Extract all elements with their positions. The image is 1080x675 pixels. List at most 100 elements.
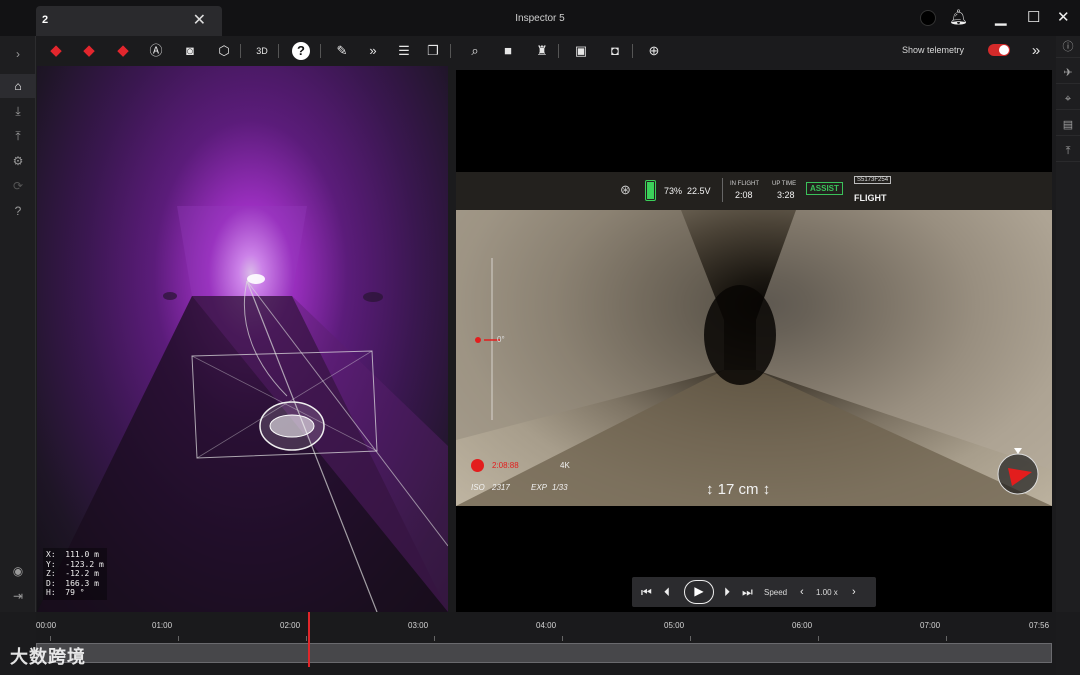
timeline[interactable]: 00:00 01:00 02:00 03:00 04:00 05:00 06:0… xyxy=(36,612,1056,675)
playback-controls: ⏮ ⏴ ▶ ⏵ ⏭ Speed ‹ 1.00 x › xyxy=(632,577,876,607)
flight-icon[interactable]: ✈ xyxy=(1056,62,1080,84)
video-camera-icon[interactable]: ■ xyxy=(498,42,518,60)
speed-label: Speed xyxy=(764,588,788,597)
skip-to-start-icon[interactable]: ⏮ xyxy=(641,583,652,601)
help-icon[interactable]: ? xyxy=(292,42,310,60)
view-cube-front-icon[interactable]: ◆ xyxy=(46,42,66,60)
timeline-label: 00:00 xyxy=(36,621,57,630)
settings-gear-icon[interactable]: ⚙ xyxy=(0,149,36,173)
fast-forward-icon[interactable]: » xyxy=(363,42,383,60)
play-button[interactable]: ▶ xyxy=(684,580,714,604)
timeline-tick xyxy=(562,636,563,641)
serial-number-badge: S5173F254 xyxy=(854,176,892,184)
close-window-icon[interactable]: ✕ xyxy=(1057,8,1070,26)
rotate-3d-icon[interactable]: 3D xyxy=(252,42,272,60)
windows-icon[interactable]: ❐ xyxy=(423,42,443,60)
toolbar-separator xyxy=(278,44,279,58)
resolution-label: 4K xyxy=(560,461,570,470)
camera-view-icon[interactable]: ◙ xyxy=(180,42,200,60)
sliders-icon[interactable]: ☰ xyxy=(394,42,414,60)
coord-d: D: 166.3 m xyxy=(46,578,99,588)
toggle-knob xyxy=(999,45,1009,55)
speed-decrease-icon[interactable]: ‹ xyxy=(800,583,804,601)
maximize-icon[interactable]: ☐ xyxy=(1027,8,1040,26)
left-sidebar: › ⌂ ⤓ ⤒ ⚙ ⟳ ? ◉ ⇥ xyxy=(0,36,36,612)
timeline-label: 05:00 xyxy=(664,621,685,630)
battery-percent: 73% xyxy=(664,186,683,196)
info-icon[interactable]: ⓘ xyxy=(1056,36,1080,58)
up-time-label: UP TIME xyxy=(772,181,797,187)
snapshot-camera-icon[interactable]: ◘ xyxy=(605,42,625,60)
measure-ruler-icon[interactable]: ✎ xyxy=(332,42,352,60)
timeline-track[interactable] xyxy=(36,643,1052,663)
drone-icon[interactable]: ♜ xyxy=(532,42,552,60)
step-back-icon[interactable]: ⏴ xyxy=(664,583,670,601)
watermark-logo: 大数跨境 xyxy=(10,647,86,667)
upload-icon[interactable]: ⤒ xyxy=(0,124,36,148)
view-cube-top-icon[interactable]: ◆ xyxy=(113,42,133,60)
position-readout: X: 111.0 m Y: -123.2 m Z: -12.2 m D: 166… xyxy=(43,548,107,600)
download-icon[interactable]: ⤓ xyxy=(0,99,36,123)
timeline-label: 04:00 xyxy=(536,621,557,630)
bell-icon[interactable]: 🔔︎ xyxy=(949,8,968,26)
show-telemetry-label: Show telemetry xyxy=(902,45,965,55)
home-icon[interactable]: ⌂ xyxy=(0,74,36,98)
toolbar-separator xyxy=(450,44,451,58)
status-indicator-icon xyxy=(920,10,936,26)
location-pin-icon[interactable]: ⌖ xyxy=(1056,88,1080,110)
title-bar: 2 ✕ Inspector 5 🔔︎ ▁ ☐ ✕ xyxy=(0,0,1080,36)
minimize-icon[interactable]: ▁ xyxy=(995,8,1007,26)
timeline-label: 07:56 xyxy=(1029,621,1050,630)
pointcloud-viewport[interactable]: X: 111.0 m Y: -123.2 m Z: -12.2 m D: 166… xyxy=(37,66,448,612)
logout-icon[interactable]: ⇥ xyxy=(0,584,36,608)
drone-camera-feed[interactable] xyxy=(456,210,1052,506)
coord-z: Z: -12.2 m xyxy=(46,569,99,578)
zoom-icon[interactable]: ⌕ xyxy=(465,42,485,60)
export-icon[interactable]: ⤒ xyxy=(1056,140,1080,162)
add-poi-icon[interactable]: ⊕ xyxy=(644,42,664,60)
hud-separator xyxy=(722,178,723,202)
battery-voltage: 22.5V xyxy=(687,186,711,196)
skip-to-end-icon[interactable]: ⏭ xyxy=(742,583,753,601)
timeline-label: 01:00 xyxy=(152,621,173,630)
exposure-label: EXP xyxy=(531,483,548,492)
timeline-label: 03:00 xyxy=(408,621,429,630)
battery-level xyxy=(647,182,654,199)
timeline-playhead[interactable] xyxy=(308,612,310,667)
view-cube-side-icon[interactable]: ◆ xyxy=(79,42,99,60)
show-telemetry-toggle[interactable] xyxy=(988,44,1010,56)
timeline-tick xyxy=(50,636,51,641)
exposure-value: 1/33 xyxy=(552,483,568,492)
app-title: Inspector 5 xyxy=(515,13,565,24)
sync-icon[interactable]: ⟳ xyxy=(0,174,36,198)
clipboard-icon[interactable]: ▣ xyxy=(571,42,591,60)
pointcloud-scene xyxy=(37,206,448,612)
timeline-tick xyxy=(818,636,819,641)
expand-sidebar-chevron-icon[interactable]: › xyxy=(0,42,36,66)
right-sidebar: ⓘ ✈ ⌖ ▤ ⤒ xyxy=(1056,36,1080,612)
tunnel-video-scene xyxy=(456,210,1052,506)
record-indicator-icon[interactable] xyxy=(471,459,484,472)
help-icon[interactable]: ? xyxy=(0,199,36,223)
in-flight-label: IN FLIGHT xyxy=(730,181,760,187)
step-forward-icon[interactable]: ⏵ xyxy=(724,583,730,601)
pane-divider[interactable] xyxy=(448,66,456,612)
timeline-tick xyxy=(690,636,691,641)
iso-label: ISO xyxy=(471,483,485,492)
battery-icon xyxy=(645,180,656,201)
distance-value: 17 cm xyxy=(717,481,759,498)
timeline-tick xyxy=(434,636,435,641)
timeline-tick xyxy=(178,636,179,641)
annotation-tool-icon[interactable]: Ⓐ xyxy=(146,42,166,60)
timeline-label: 07:00 xyxy=(920,621,941,630)
gimbal-icon: ⊛ xyxy=(620,182,631,197)
coord-x: X: 111.0 m xyxy=(46,550,99,559)
timeline-tick xyxy=(306,636,307,641)
expand-panel-icon[interactable]: » xyxy=(1026,42,1046,60)
recording-time: 2:08:88 xyxy=(492,461,519,470)
speed-increase-icon[interactable]: › xyxy=(852,583,856,601)
account-icon[interactable]: ◉ xyxy=(0,559,36,583)
3d-box-icon[interactable]: ⬡ xyxy=(214,42,234,60)
document-icon[interactable]: ▤ xyxy=(1056,114,1080,136)
coord-y: Y: -123.2 m xyxy=(46,559,104,569)
